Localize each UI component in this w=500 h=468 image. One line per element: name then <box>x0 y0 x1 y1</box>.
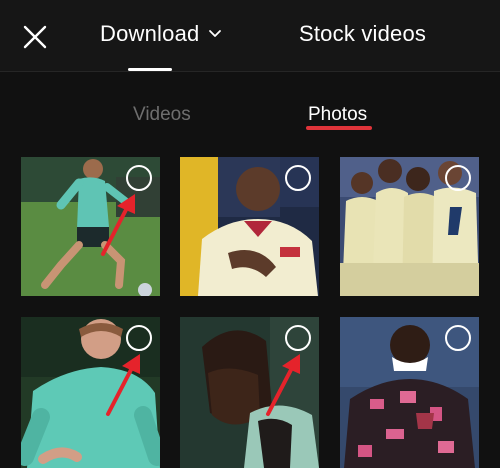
select-checkbox[interactable] <box>285 165 311 191</box>
select-checkbox[interactable] <box>126 165 152 191</box>
photo-thumbnail[interactable] <box>340 157 479 296</box>
select-checkbox[interactable] <box>445 165 471 191</box>
photo-thumbnail[interactable] <box>340 317 479 468</box>
photo-thumbnail[interactable] <box>180 157 319 296</box>
photo-thumbnail[interactable] <box>21 157 160 296</box>
select-checkbox[interactable] <box>445 325 471 351</box>
select-checkbox[interactable] <box>126 325 152 351</box>
select-checkbox[interactable] <box>285 325 311 351</box>
photo-grid <box>0 0 500 468</box>
photo-thumbnail[interactable] <box>180 317 319 468</box>
photo-thumbnail[interactable] <box>21 317 160 468</box>
